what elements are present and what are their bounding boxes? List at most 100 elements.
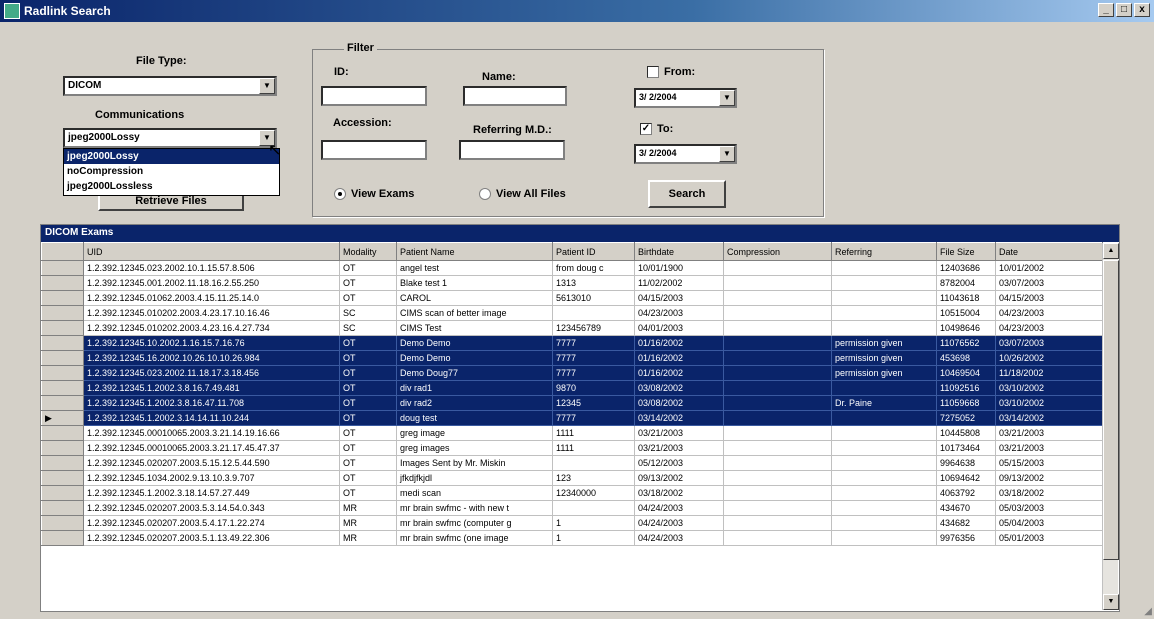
table-row[interactable]: 1.2.392.12345.023.2002.10.1.15.57.8.506 O…: [41, 260, 1103, 276]
cell-uid: 1.2.392.12345.1.2002.3.14.14.11.10.244: [83, 410, 340, 426]
id-input[interactable]: [321, 86, 427, 106]
row-header[interactable]: [41, 350, 84, 366]
scroll-up-icon[interactable]: ▲: [1103, 243, 1119, 259]
name-label: Name:: [482, 71, 516, 83]
file-type-select[interactable]: DICOM ▼: [63, 76, 277, 96]
referring-md-input[interactable]: [459, 140, 565, 160]
search-button[interactable]: Search: [648, 180, 726, 208]
chevron-down-icon[interactable]: ▼: [719, 90, 735, 106]
column-header[interactable]: UID: [83, 242, 340, 261]
view-exams-radio[interactable]: View Exams: [334, 188, 414, 200]
row-header[interactable]: [41, 455, 84, 471]
table-row[interactable]: 1.2.392.12345.00010065.2003.3.21.14.19.1…: [41, 425, 1103, 441]
column-header[interactable]: Modality: [339, 242, 397, 261]
scroll-thumb[interactable]: [1103, 260, 1119, 560]
table-row[interactable]: 1.2.392.12345.00010065.2003.3.21.17.45.4…: [41, 440, 1103, 456]
chevron-down-icon[interactable]: ▼: [719, 146, 735, 162]
row-header[interactable]: [41, 380, 84, 396]
cell-comp: [723, 320, 832, 336]
cell-ref: permission given: [831, 335, 937, 351]
column-header[interactable]: File Size: [936, 242, 996, 261]
dropdown-option[interactable]: jpeg2000Lossy: [64, 149, 279, 164]
table-row[interactable]: 1.2.392.12345.1034.2002.9.13.10.3.9.707 O…: [41, 470, 1103, 486]
cell-uid: 1.2.392.12345.010202.2003.4.23.16.4.27.7…: [83, 320, 340, 336]
table-row[interactable]: ▶ 1.2.392.12345.1.2002.3.14.14.11.10.244 O…: [41, 410, 1103, 426]
column-header[interactable]: Referring: [831, 242, 937, 261]
row-header[interactable]: [41, 515, 84, 531]
row-header[interactable]: ▶: [41, 410, 84, 426]
resize-grip-icon[interactable]: ◢: [1144, 606, 1152, 617]
cell-birth: 04/23/2003: [634, 305, 724, 321]
cell-pid: 123456789: [552, 320, 635, 336]
table-row[interactable]: 1.2.392.12345.1.2002.3.8.16.47.11.708 OT d…: [41, 395, 1103, 411]
cell-birth: 04/24/2003: [634, 500, 724, 516]
cell-ref: [831, 260, 937, 276]
communications-select[interactable]: jpeg2000Lossy ▼: [63, 128, 277, 148]
column-header[interactable]: Patient ID: [552, 242, 635, 261]
maximize-button[interactable]: □: [1116, 3, 1132, 17]
cell-comp: [723, 455, 832, 471]
table-row[interactable]: 1.2.392.12345.010202.2003.4.23.16.4.27.7…: [41, 320, 1103, 336]
close-button[interactable]: x: [1134, 3, 1150, 17]
table-row[interactable]: 1.2.392.12345.001.2002.11.18.16.2.55.250…: [41, 275, 1103, 291]
row-header[interactable]: [41, 485, 84, 501]
table-row[interactable]: 1.2.392.12345.020207.2003.5.3.14.54.0.34…: [41, 500, 1103, 516]
name-input[interactable]: [463, 86, 567, 106]
row-header[interactable]: [41, 395, 84, 411]
row-header[interactable]: [41, 470, 84, 486]
to-checkbox[interactable]: ✓ To:: [640, 123, 673, 135]
view-all-files-radio[interactable]: View All Files: [479, 188, 566, 200]
cell-pid: 12345: [552, 395, 635, 411]
table-row[interactable]: 1.2.392.12345.020207.2003.5.15.12.5.44.5…: [41, 455, 1103, 471]
column-header[interactable]: Birthdate: [634, 242, 724, 261]
radio-unselected-icon[interactable]: [479, 188, 491, 200]
table-row[interactable]: 1.2.392.12345.1.2002.3.8.16.7.49.481 OT di…: [41, 380, 1103, 396]
minimize-button[interactable]: _: [1098, 3, 1114, 17]
cell-pid: 1111: [552, 440, 635, 456]
column-header[interactable]: Date: [995, 242, 1103, 261]
filter-title: Filter: [344, 42, 377, 54]
to-date-picker[interactable]: 3/ 2/2004 ▼: [634, 144, 737, 164]
table-row[interactable]: 1.2.392.12345.010202.2003.4.23.17.10.16.…: [41, 305, 1103, 321]
cell-date: 04/15/2003: [995, 290, 1103, 306]
row-header[interactable]: [41, 530, 84, 546]
table-row[interactable]: 1.2.392.12345.023.2002.11.18.17.3.18.456…: [41, 365, 1103, 381]
from-checkbox-box[interactable]: [647, 66, 659, 78]
check-icon[interactable]: ✓: [640, 123, 652, 135]
table-row[interactable]: 1.2.392.12345.020207.2003.5.1.13.49.22.3…: [41, 530, 1103, 546]
cell-pid: 5613010: [552, 290, 635, 306]
table-row[interactable]: 1.2.392.12345.10.2002.1.16.15.7.16.76 OT D…: [41, 335, 1103, 351]
row-header[interactable]: [41, 335, 84, 351]
cell-uid: 1.2.392.12345.001.2002.11.18.16.2.55.250: [83, 275, 340, 291]
row-header[interactable]: [41, 440, 84, 456]
cell-ref: [831, 380, 937, 396]
row-header[interactable]: [41, 365, 84, 381]
from-date-picker[interactable]: 3/ 2/2004 ▼: [634, 88, 737, 108]
table-row[interactable]: 1.2.392.12345.01062.2003.4.15.11.25.14.0…: [41, 290, 1103, 306]
table-row[interactable]: 1.2.392.12345.16.2002.10.26.10.10.26.984…: [41, 350, 1103, 366]
dropdown-option[interactable]: jpeg2000Lossless: [64, 179, 279, 194]
row-header[interactable]: [41, 320, 84, 336]
scroll-down-icon[interactable]: ▼: [1103, 594, 1119, 610]
table-row[interactable]: 1.2.392.12345.020207.2003.5.4.17.1.22.27…: [41, 515, 1103, 531]
table-row[interactable]: 1.2.392.12345.1.2002.3.18.14.57.27.449 OT…: [41, 485, 1103, 501]
column-header[interactable]: Patient Name: [396, 242, 553, 261]
row-header[interactable]: [41, 275, 84, 291]
row-header[interactable]: [41, 425, 84, 441]
radio-selected-icon[interactable]: [334, 188, 346, 200]
dropdown-option[interactable]: noCompression: [64, 164, 279, 179]
row-header[interactable]: [41, 260, 84, 276]
row-header[interactable]: [41, 305, 84, 321]
chevron-down-icon[interactable]: ▼: [259, 78, 275, 94]
cell-size: 8782004: [936, 275, 996, 291]
cell-date: 03/07/2003: [995, 275, 1103, 291]
from-checkbox[interactable]: From:: [647, 66, 695, 78]
cell-pid: 1: [552, 515, 635, 531]
accession-input[interactable]: [321, 140, 427, 160]
cell-birth: 11/02/2002: [634, 275, 724, 291]
row-header[interactable]: [41, 290, 84, 306]
vertical-scrollbar[interactable]: ▲ ▼: [1102, 243, 1119, 610]
row-header[interactable]: [41, 500, 84, 516]
dicom-exams-grid: DICOM Exams UID Modality Patient Name Pa…: [40, 224, 1120, 612]
column-header[interactable]: Compression: [723, 242, 832, 261]
